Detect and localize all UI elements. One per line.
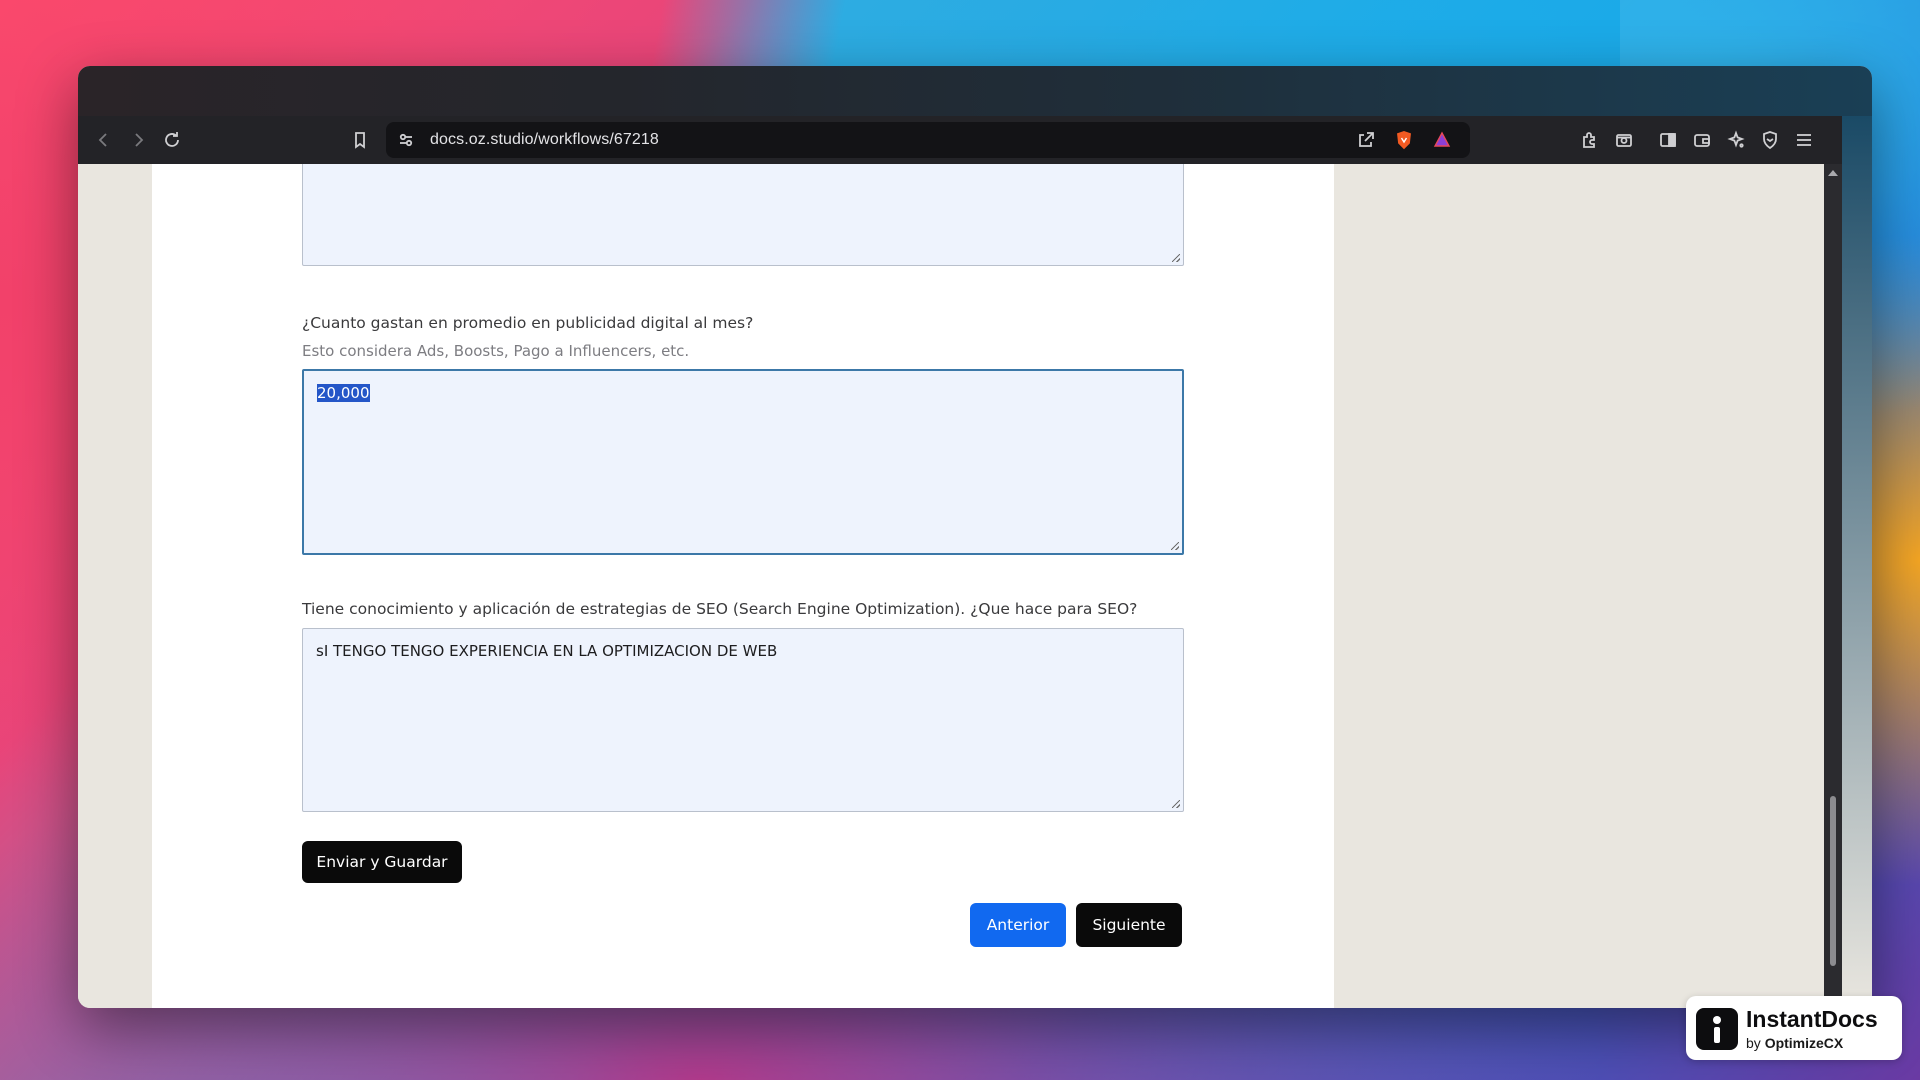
share-icon[interactable]: [1352, 126, 1380, 154]
watermark-subtitle: by OptimizeCX: [1746, 1035, 1843, 1051]
question-ads-hint: Esto considera Ads, Boosts, Pago a Influ…: [302, 342, 690, 360]
browser-toolbar: docs.oz.studio/workflows/67218: [78, 116, 1842, 164]
watermark-company: OptimizeCX: [1764, 1035, 1844, 1051]
scroll-up-arrow-icon[interactable]: [1828, 170, 1838, 176]
question-ads-label: ¿Cuanto gastan en promedio en publicidad…: [302, 314, 754, 332]
browser-window: docs.oz.studio/workflows/67218 ¿Cuanto g…: [78, 66, 1872, 1008]
ads-spend-value: 20,000: [317, 384, 370, 402]
brave-rewards-icon[interactable]: [1428, 126, 1456, 154]
instantdocs-watermark: InstantDocs by OptimizeCX: [1686, 996, 1902, 1060]
scroll-thumb[interactable]: [1830, 796, 1836, 966]
ads-spend-textarea[interactable]: 20,000: [302, 369, 1184, 555]
page-scrollbar[interactable]: [1824, 164, 1842, 1008]
watermark-title: InstantDocs: [1746, 1006, 1878, 1032]
resize-grip-icon[interactable]: [1172, 800, 1180, 808]
menu-icon[interactable]: [1790, 126, 1818, 154]
resize-grip-icon[interactable]: [1172, 254, 1180, 262]
seo-textarea[interactable]: sI TENGO TENGO EXPERIENCIA EN LA OPTIMIZ…: [302, 628, 1184, 812]
back-icon[interactable]: [90, 126, 118, 154]
instantdocs-logo-icon: [1696, 1008, 1738, 1050]
bookmark-icon[interactable]: [346, 126, 374, 154]
screenshot-icon[interactable]: [1610, 126, 1638, 154]
submit-save-button[interactable]: Enviar y Guardar: [302, 841, 462, 883]
site-settings-icon[interactable]: [392, 126, 420, 154]
brave-shield-icon[interactable]: [1390, 126, 1418, 154]
vpn-icon[interactable]: [1756, 126, 1784, 154]
forward-icon[interactable]: [124, 126, 152, 154]
resize-grip-icon[interactable]: [1171, 542, 1179, 550]
form-card: ¿Cuanto gastan en promedio en publicidad…: [152, 164, 1334, 1008]
reload-icon[interactable]: [158, 126, 186, 154]
page-viewport: ¿Cuanto gastan en promedio en publicidad…: [78, 164, 1842, 1008]
next-button[interactable]: Siguiente: [1076, 903, 1182, 947]
leo-ai-icon[interactable]: [1722, 126, 1750, 154]
wallet-icon[interactable]: [1688, 126, 1716, 154]
question-seo-label: Tiene conocimiento y aplicación de estra…: [302, 600, 1138, 618]
seo-answer-value: sI TENGO TENGO EXPERIENCIA EN LA OPTIMIZ…: [316, 642, 778, 660]
extensions-icon[interactable]: [1576, 126, 1604, 154]
watermark-by: by: [1746, 1035, 1761, 1051]
previous-answer-textarea[interactable]: [302, 164, 1184, 266]
sidebar-icon[interactable]: [1654, 126, 1682, 154]
previous-button[interactable]: Anterior: [970, 903, 1066, 947]
url-text[interactable]: docs.oz.studio/workflows/67218: [430, 131, 659, 149]
address-bar[interactable]: docs.oz.studio/workflows/67218: [386, 122, 1470, 158]
title-bar[interactable]: [78, 66, 1872, 116]
window-edge: [1842, 116, 1872, 1008]
